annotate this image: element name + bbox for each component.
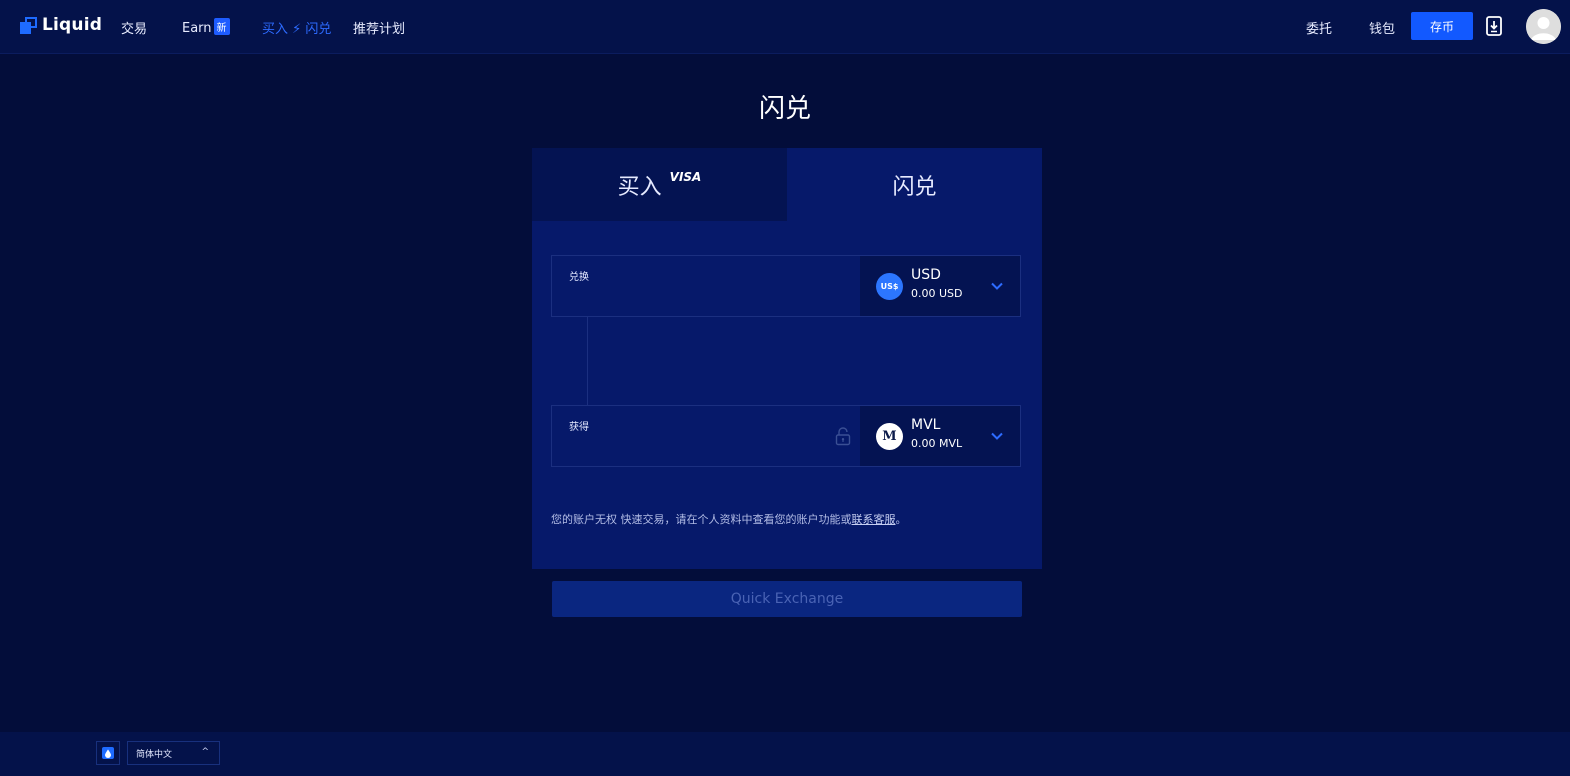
theme-toggle-button[interactable] [96, 741, 120, 765]
notice-text: 您的账户无权 快速交易，请在个人资料中查看您的账户功能或 [551, 513, 852, 526]
from-balance: 0.00 USD [911, 287, 963, 300]
user-avatar-icon[interactable] [1526, 9, 1561, 44]
page-title: 闪兑 [758, 94, 811, 124]
brand-logo[interactable]: Liquid [20, 15, 102, 35]
language-select[interactable]: 简体中文 ^ [127, 741, 220, 765]
contact-support-link[interactable]: 联系客服 [852, 513, 896, 526]
brand-name: Liquid [42, 15, 103, 35]
tab-buy-visa[interactable]: 买入 VISA [532, 148, 787, 221]
language-label: 简体中文 [136, 749, 173, 760]
nav-link-earn[interactable]: Earn 新 [182, 18, 230, 36]
to-currency-select[interactable]: M MVL 0.00 MVL [860, 406, 1020, 466]
chevron-down-icon [991, 282, 1003, 290]
to-label: 获得 [569, 422, 589, 433]
lock-icon[interactable] [835, 426, 851, 446]
caret-up-icon: ^ [201, 747, 209, 757]
top-nav: Liquid 交易 Earn 新 买入 ⚡ 闪兑 推荐计划 委托 钱包 存币 [0, 0, 1570, 54]
tab-quick-swap[interactable]: 闪兑 [787, 148, 1042, 221]
tab-buy-label: 买入 [617, 174, 662, 200]
footer: 简体中文 ^ [0, 732, 1570, 776]
nav-link-wallet[interactable]: 钱包 [1369, 18, 1395, 37]
chevron-down-icon [991, 432, 1003, 440]
nav-link-orders[interactable]: 委托 [1306, 18, 1332, 37]
visa-logo: VISA [669, 169, 702, 184]
notice-suffix: 。 [895, 513, 907, 526]
mvl-coin-icon: M [876, 423, 903, 450]
from-amount-field[interactable]: 兑换 US$ USD 0.00 USD [551, 255, 1021, 317]
quick-exchange-button[interactable]: Quick Exchange [552, 581, 1022, 617]
nav-link-earn-label: Earn [182, 21, 212, 36]
from-currency-select[interactable]: US$ USD 0.00 USD [860, 256, 1020, 316]
to-balance: 0.00 MVL [911, 437, 963, 450]
from-currency-code: USD [911, 267, 941, 283]
to-currency-code: MVL [911, 417, 941, 433]
water-drop-icon [102, 747, 114, 759]
usd-coin-icon: US$ [876, 273, 903, 300]
mobile-download-icon[interactable] [1486, 16, 1502, 36]
deposit-button[interactable]: 存币 [1411, 12, 1473, 40]
nav-link-trade[interactable]: 交易 [121, 18, 147, 37]
field-connector [587, 317, 588, 405]
permission-notice: 您的账户无权 快速交易，请在个人资料中查看您的账户功能或联系客服。 [551, 511, 907, 527]
liquid-logo-icon [20, 16, 37, 34]
nav-link-referral[interactable]: 推荐计划 [353, 18, 405, 37]
to-amount-field[interactable]: 获得 M MVL 0.00 MVL [551, 405, 1021, 467]
from-label: 兑换 [569, 272, 589, 283]
new-badge: 新 [213, 18, 230, 35]
nav-link-buy-swap[interactable]: 买入 ⚡ 闪兑 [262, 18, 331, 37]
swap-card: 买入 VISA 闪兑 兑换 US$ USD 0.00 USD 获得 M MVL … [532, 148, 1042, 569]
